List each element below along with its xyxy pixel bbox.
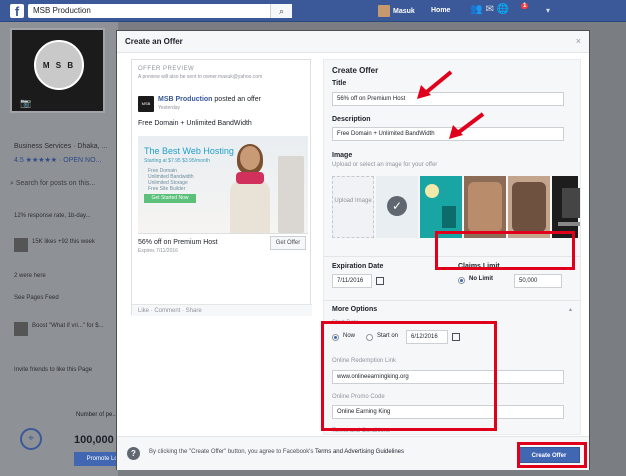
- get-offer-button[interactable]: Get Offer: [270, 236, 306, 250]
- upload-label: Upload Image: [334, 198, 372, 204]
- search-input[interactable]: MSB Production ⌕: [28, 4, 292, 18]
- page-category: Business Services · Dhaka, ...: [14, 143, 108, 150]
- expiration-date-input[interactable]: 7/11/2016: [332, 274, 372, 288]
- create-offer-dialog: Create an Offer × OFFER PREVIEW A previe…: [116, 30, 590, 470]
- thumbnail: [14, 238, 28, 252]
- list-item[interactable]: Invite friends to like this Page: [14, 366, 118, 384]
- title-arrow-icon: [417, 70, 453, 99]
- redemption-highlight: [321, 321, 497, 431]
- create-offer-highlight: [517, 442, 587, 468]
- list-item[interactable]: 12% response rate, 1b-day...: [14, 212, 118, 230]
- page-right-column: [588, 22, 626, 476]
- image-price: Starting at $7.95 $3.95/month: [144, 158, 210, 164]
- image-label: Image: [332, 152, 353, 159]
- image-option[interactable]: [420, 176, 462, 238]
- messages-icon[interactable]: ✉: [485, 4, 496, 15]
- image-cta: Get Started Now: [144, 194, 196, 203]
- image-option-selected[interactable]: ✓: [376, 176, 418, 238]
- list-item[interactable]: See Pages Feed: [14, 294, 118, 312]
- list-item-text: 15K likes +92 this week: [32, 239, 95, 245]
- page-avatar: MSB: [138, 96, 154, 112]
- list-item-text: 2 were here: [14, 273, 46, 279]
- no-limit-label: No Limit: [469, 276, 493, 282]
- offer-title-preview: 56% off on Premium Host: [138, 239, 218, 246]
- notifications-icon[interactable]: 🌐: [497, 4, 512, 15]
- no-limit-radio[interactable]: [458, 277, 465, 284]
- user-name: Masuk: [393, 7, 415, 15]
- image-picker: Upload Image ✓: [332, 176, 580, 238]
- post-header: MSB Production posted an offer: [158, 96, 261, 103]
- camera-icon[interactable]: 📷: [20, 98, 31, 109]
- preview-note: A preview will also be sent to owner.mas…: [138, 74, 263, 80]
- form-heading: Create Offer: [332, 66, 379, 75]
- offer-image: The Best Web Hosting Starting at $7.95 $…: [138, 136, 308, 233]
- list-item[interactable]: 2 were here: [14, 272, 118, 290]
- image-option[interactable]: [552, 176, 580, 238]
- divider: [324, 300, 580, 301]
- page-search[interactable]: ⌕ Search for posts on this...: [10, 180, 116, 194]
- claims-limit-input[interactable]: 50,000: [514, 274, 562, 288]
- profile-link[interactable]: Masuk: [378, 5, 415, 17]
- image-hint: Upload or select an image for your offer: [332, 162, 438, 168]
- divider: [138, 233, 308, 234]
- preview-label: OFFER PREVIEW: [138, 66, 195, 72]
- facebook-logo-icon[interactable]: f: [10, 4, 24, 18]
- checkmark-icon: ✓: [387, 196, 407, 216]
- notification-badge: 1: [521, 3, 529, 9]
- terms-link[interactable]: Terms and Advertising Guidelines: [315, 449, 404, 455]
- terms-notice: By clicking the "Create Offer" button, y…: [149, 449, 404, 455]
- image-headline: The Best Web Hosting: [144, 146, 234, 156]
- upload-image-button[interactable]: Upload Image: [332, 176, 374, 238]
- expiration-label: Expiration Date: [332, 263, 384, 270]
- page-rating: 4.5 ★★★★★ · OPEN NO...: [14, 157, 102, 164]
- image-option[interactable]: [464, 176, 506, 238]
- msb-logo: M S B: [34, 40, 84, 90]
- post-message: Free Domain + Unlimited BandWidth: [138, 120, 252, 127]
- thumbnail: [14, 322, 28, 336]
- calendar-icon[interactable]: [376, 277, 384, 285]
- logo-text: M S B: [42, 61, 76, 70]
- list-item-text: Boost "What if vri..." for $...: [32, 323, 104, 329]
- claims-limit-highlight: [435, 231, 575, 270]
- post-action: posted an offer: [214, 96, 261, 103]
- avatar: [378, 5, 390, 17]
- collapse-icon[interactable]: ▴: [569, 306, 572, 313]
- offer-expiry-preview: Expires 7/11/2016: [138, 248, 178, 254]
- profile-picture[interactable]: M S B 📷: [10, 28, 105, 113]
- list-item-text: Invite friends to like this Page: [14, 367, 93, 373]
- page-search-placeholder: Search for posts on this...: [15, 180, 96, 187]
- post-actions: Like · Comment · Share: [132, 304, 312, 316]
- more-options-label[interactable]: More Options: [332, 306, 377, 313]
- chair-photo: [278, 156, 304, 233]
- list-item-text: See Pages Feed: [14, 295, 59, 301]
- image-features: Free Domain Unlimited Bandwidth Unlimite…: [148, 168, 194, 192]
- description-arrow-icon: [449, 112, 485, 139]
- description-label: Description: [332, 116, 371, 123]
- reach-number: 100,000: [74, 434, 114, 446]
- top-bar: f MSB Production ⌕ Masuk Home 👥✉🌐 1 ▾: [0, 0, 626, 22]
- list-item[interactable]: 15K likes +92 this week: [14, 238, 118, 256]
- help-icon[interactable]: ?: [127, 447, 140, 460]
- friend-requests-icon[interactable]: 👥: [470, 4, 485, 15]
- location-pin-icon: ⌖: [20, 428, 42, 450]
- home-link[interactable]: Home: [431, 7, 450, 14]
- offer-preview: OFFER PREVIEW A preview will also be sen…: [131, 59, 312, 316]
- dialog-title: Create an Offer: [117, 31, 589, 53]
- title-label: Title: [332, 80, 347, 87]
- list-item[interactable]: Boost "What if vri..." for $...: [14, 322, 118, 340]
- image-option[interactable]: [508, 176, 550, 238]
- terms-notice-text: By clicking the "Create Offer" button, y…: [149, 449, 314, 455]
- woman-photo: [228, 144, 272, 233]
- post-date: Yesterday: [158, 105, 181, 111]
- close-icon[interactable]: ×: [576, 36, 581, 46]
- feature-item: Free Site Builder: [148, 186, 186, 192]
- search-value: MSB Production: [33, 6, 91, 15]
- search-icon[interactable]: ⌕: [270, 4, 292, 18]
- list-item-text: 12% response rate, 1b-day...: [14, 213, 91, 219]
- account-menu-icon[interactable]: ▾: [546, 6, 550, 15]
- nav-icons: 👥✉🌐: [470, 4, 512, 15]
- page-name[interactable]: MSB Production: [158, 96, 212, 103]
